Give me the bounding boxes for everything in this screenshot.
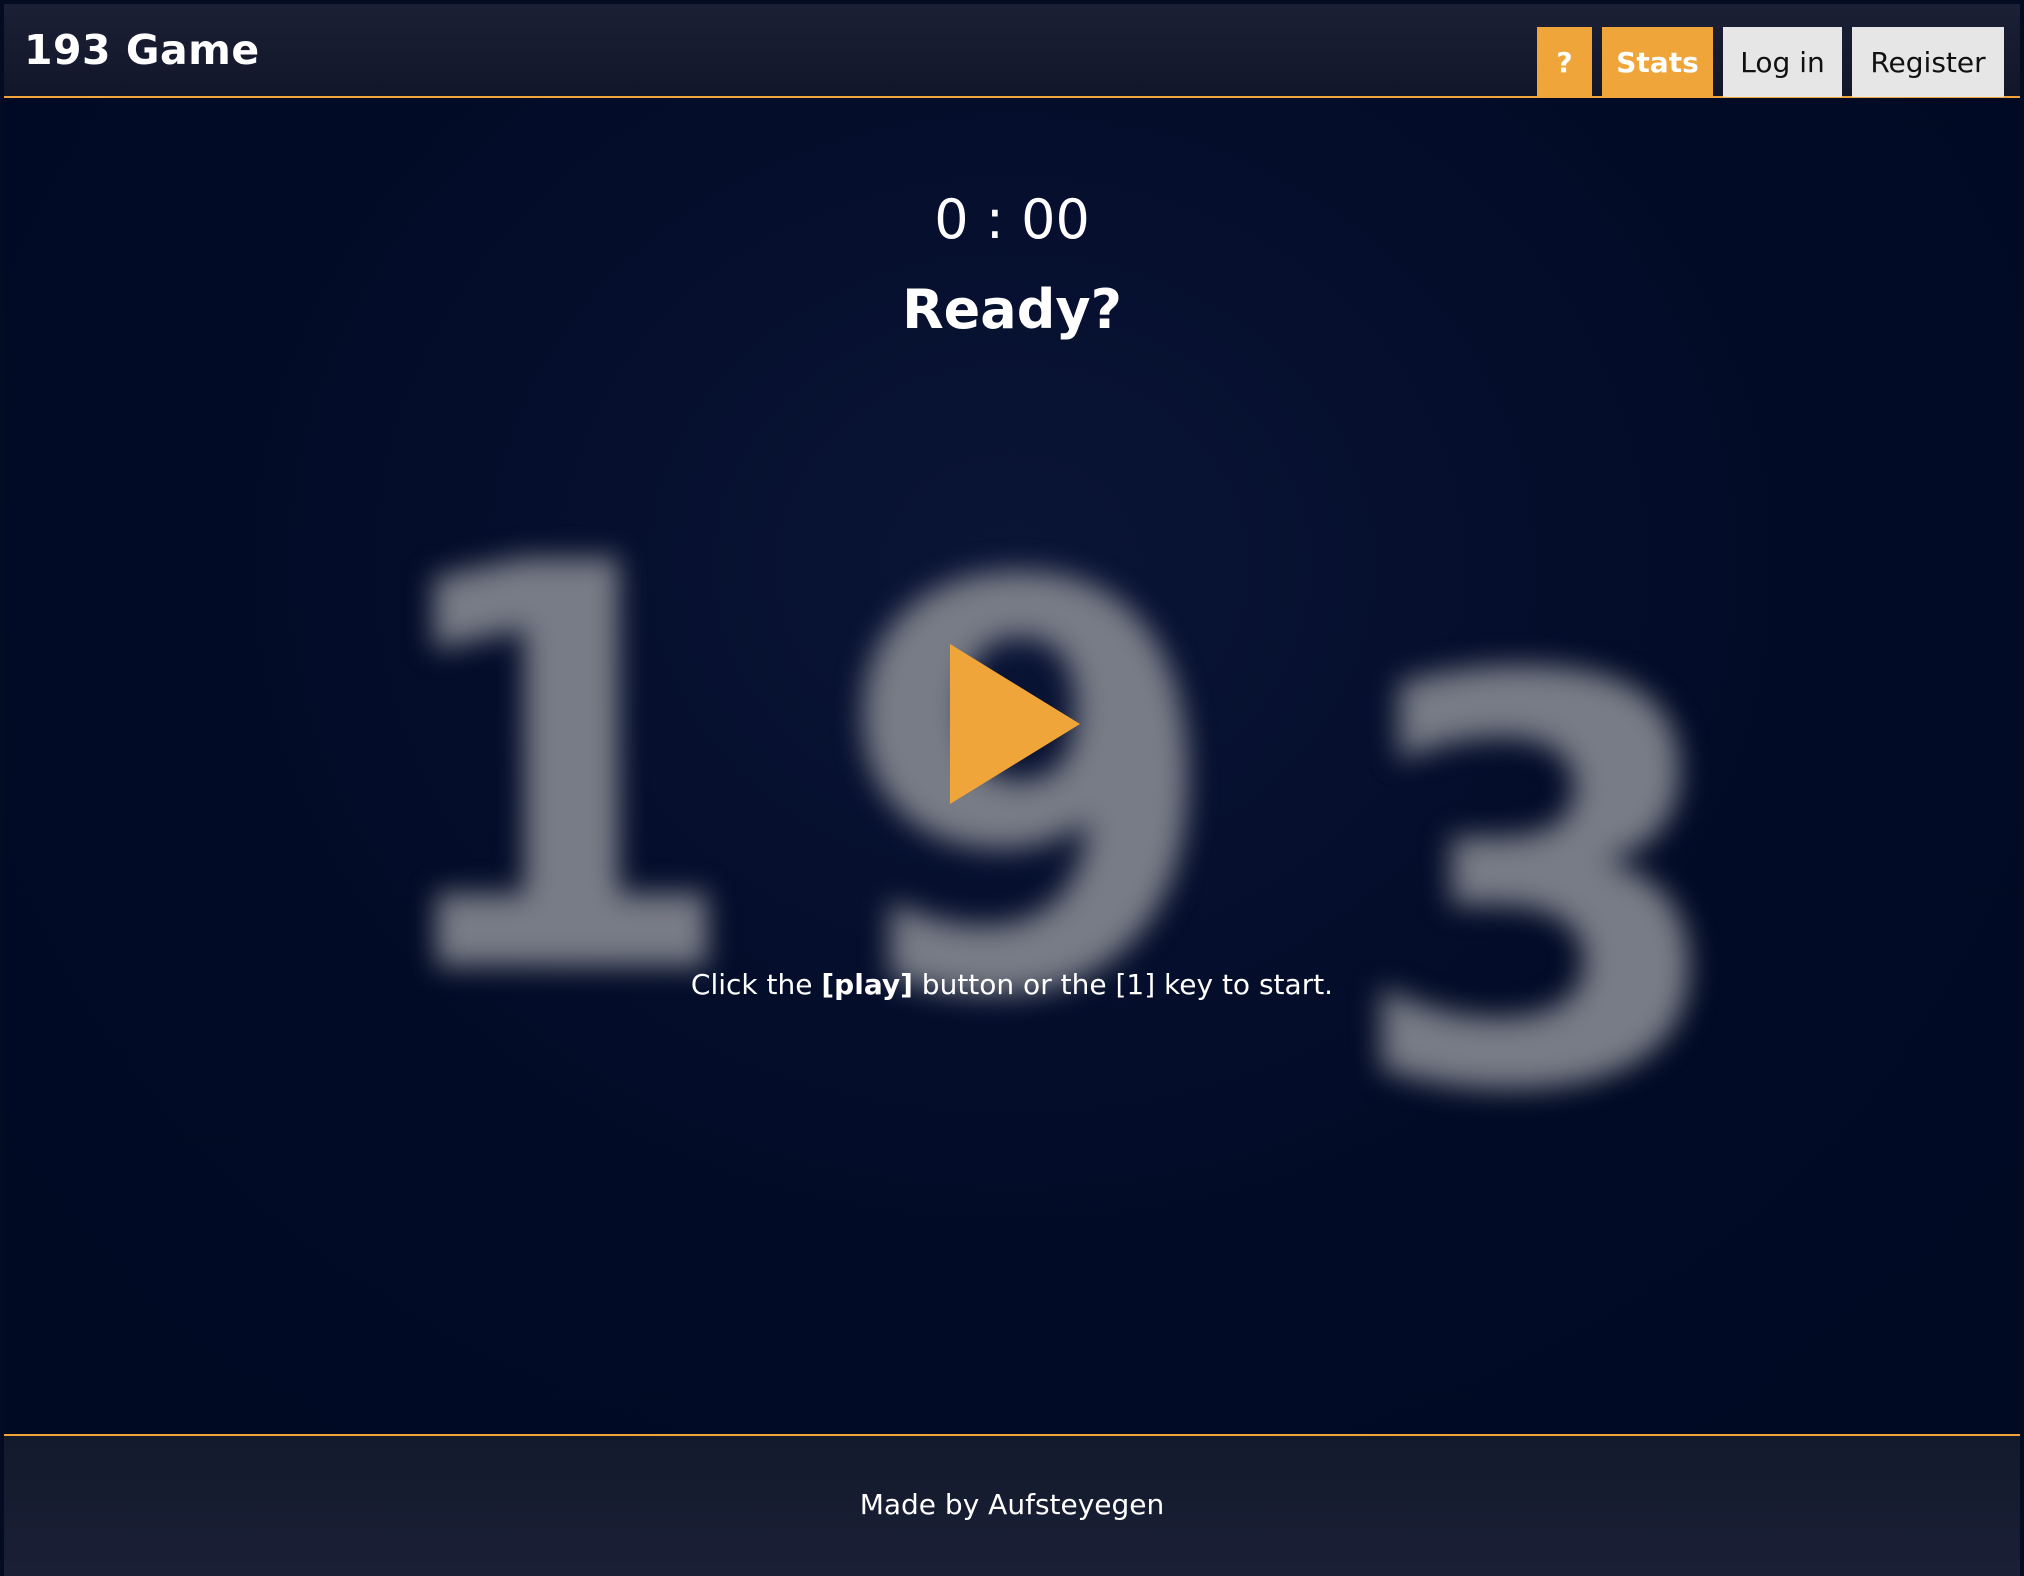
hint-text-3: key to start. [1155, 968, 1334, 1001]
game-area: 1 9 3 0 : 00 Ready? Click the [play] but… [4, 98, 2020, 1434]
background-digit-3: 3 [1344, 562, 1734, 1214]
play-icon [950, 644, 1080, 804]
play-button[interactable] [944, 642, 1084, 806]
register-button[interactable]: Register [1852, 27, 2004, 97]
header-bar: 193 Game ? Stats Log in Register [4, 4, 2020, 98]
app-frame: 193 Game ? Stats Log in Register 1 9 3 0… [0, 0, 2024, 1576]
footer-bar: Made by Aufsteyegen [4, 1434, 2020, 1576]
game-timer: 0 : 00 [934, 188, 1090, 251]
start-hint: Click the [play] button or the [1] key t… [4, 968, 2020, 1001]
hint-one-key: [1] [1115, 968, 1156, 1001]
login-button[interactable]: Log in [1723, 27, 1842, 97]
ready-prompt: Ready? [902, 278, 1122, 341]
app-logo[interactable]: 193 Game [24, 30, 260, 71]
hint-text-2: button or the [912, 968, 1116, 1001]
hint-text-1: Click the [690, 968, 822, 1001]
hint-play-key: [play] [821, 968, 913, 1001]
stats-button[interactable]: Stats [1602, 27, 1713, 97]
footer-credit: Made by Aufsteyegen [859, 1488, 1165, 1521]
help-button[interactable]: ? [1537, 27, 1592, 97]
